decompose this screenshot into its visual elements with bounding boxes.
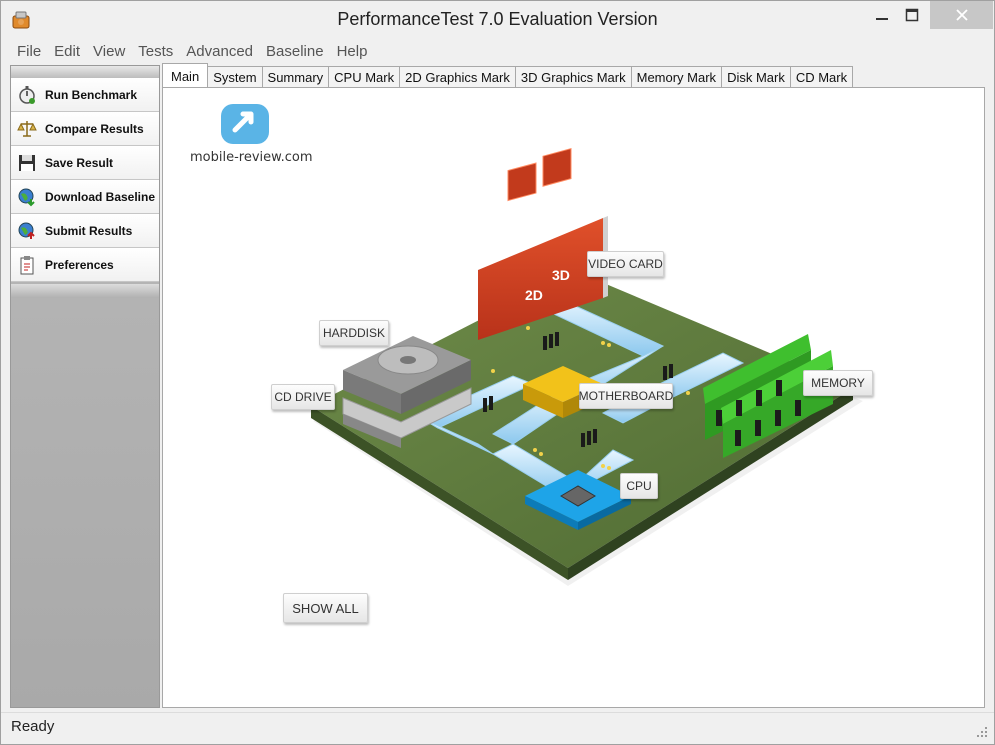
tab-bar: Main System Summary CPU Mark 2D Graphics… (162, 63, 854, 88)
tab-2d-graphics-mark[interactable]: 2D Graphics Mark (399, 66, 516, 88)
sidebar-item-save-result[interactable]: Save Result (11, 146, 159, 180)
sidebar-item-label: Run Benchmark (45, 87, 138, 102)
tab-cd-mark[interactable]: CD Mark (789, 66, 854, 88)
main-panel: mobile-review.com 2D 3D VIDEO CARD HARDD… (162, 87, 985, 708)
clipboard-icon (17, 255, 37, 275)
menu-baseline[interactable]: Baseline (266, 43, 324, 60)
floppy-icon (17, 153, 37, 173)
show-all-button[interactable]: SHOW ALL (283, 593, 368, 623)
window-title: PerformanceTest 7.0 Evaluation Version (337, 9, 658, 29)
resize-grip-icon[interactable] (976, 726, 988, 738)
globe-upload-icon (17, 221, 37, 241)
tab-cpu-mark[interactable]: CPU Mark (328, 66, 401, 88)
motherboard-label[interactable]: MOTHERBOARD (579, 383, 673, 409)
tab-summary[interactable]: Summary (261, 66, 330, 88)
title-bar: PerformanceTest 7.0 Evaluation Version (1, 1, 994, 39)
sidebar-item-label: Save Result (45, 155, 114, 170)
app-window: PerformanceTest 7.0 Evaluation Version F… (0, 0, 995, 745)
sidebar-header-band (11, 66, 159, 78)
sidebar-item-label: Preferences (45, 257, 114, 272)
sidebar-item-submit-results[interactable]: Submit Results (11, 214, 159, 248)
globe-download-icon (17, 187, 37, 207)
close-icon (955, 9, 968, 21)
close-button[interactable] (930, 1, 993, 29)
status-text: Ready (11, 718, 55, 735)
badge-3d: 3D (552, 267, 570, 283)
menu-edit[interactable]: Edit (54, 43, 80, 60)
status-bar: Ready (1, 712, 994, 744)
memory-label[interactable]: MEMORY (803, 370, 873, 396)
sidebar: Run Benchmark Compare Results Save Resul… (10, 65, 160, 708)
cd-drive-label[interactable]: CD DRIVE (271, 384, 335, 410)
menu-file[interactable]: File (17, 43, 41, 60)
sidebar-item-label: Compare Results (45, 121, 144, 136)
sidebar-item-download-baseline[interactable]: Download Baseline (11, 180, 159, 214)
sidebar-item-label: Download Baseline (45, 189, 156, 204)
sidebar-item-preferences[interactable]: Preferences (11, 248, 159, 282)
tab-system[interactable]: System (207, 66, 263, 88)
menu-tests[interactable]: Tests (138, 43, 173, 60)
sidebar-footer-band (11, 284, 159, 298)
menu-view[interactable]: View (93, 43, 125, 60)
stopwatch-icon (17, 85, 37, 105)
sidebar-item-label: Submit Results (45, 223, 133, 238)
minimize-button[interactable] (865, 1, 899, 29)
cpu-label[interactable]: CPU (620, 473, 658, 499)
sidebar-item-compare-results[interactable]: Compare Results (11, 112, 159, 146)
tab-3d-graphics-mark[interactable]: 3D Graphics Mark (514, 66, 632, 88)
menu-advanced[interactable]: Advanced (186, 43, 253, 60)
menu-help[interactable]: Help (337, 43, 368, 60)
video-card-label[interactable]: VIDEO CARD (587, 251, 664, 277)
scales-icon (17, 119, 37, 139)
maximize-button[interactable] (895, 1, 929, 29)
menu-bar: File Edit View Tests Advanced Baseline H… (11, 39, 991, 63)
tab-main[interactable]: Main (162, 63, 209, 88)
tab-disk-mark[interactable]: Disk Mark (721, 66, 791, 88)
sidebar-item-run-benchmark[interactable]: Run Benchmark (11, 78, 159, 112)
tab-memory-mark[interactable]: Memory Mark (630, 66, 723, 88)
badge-2d: 2D (525, 287, 543, 303)
harddisk-label[interactable]: HARDDISK (319, 320, 389, 346)
